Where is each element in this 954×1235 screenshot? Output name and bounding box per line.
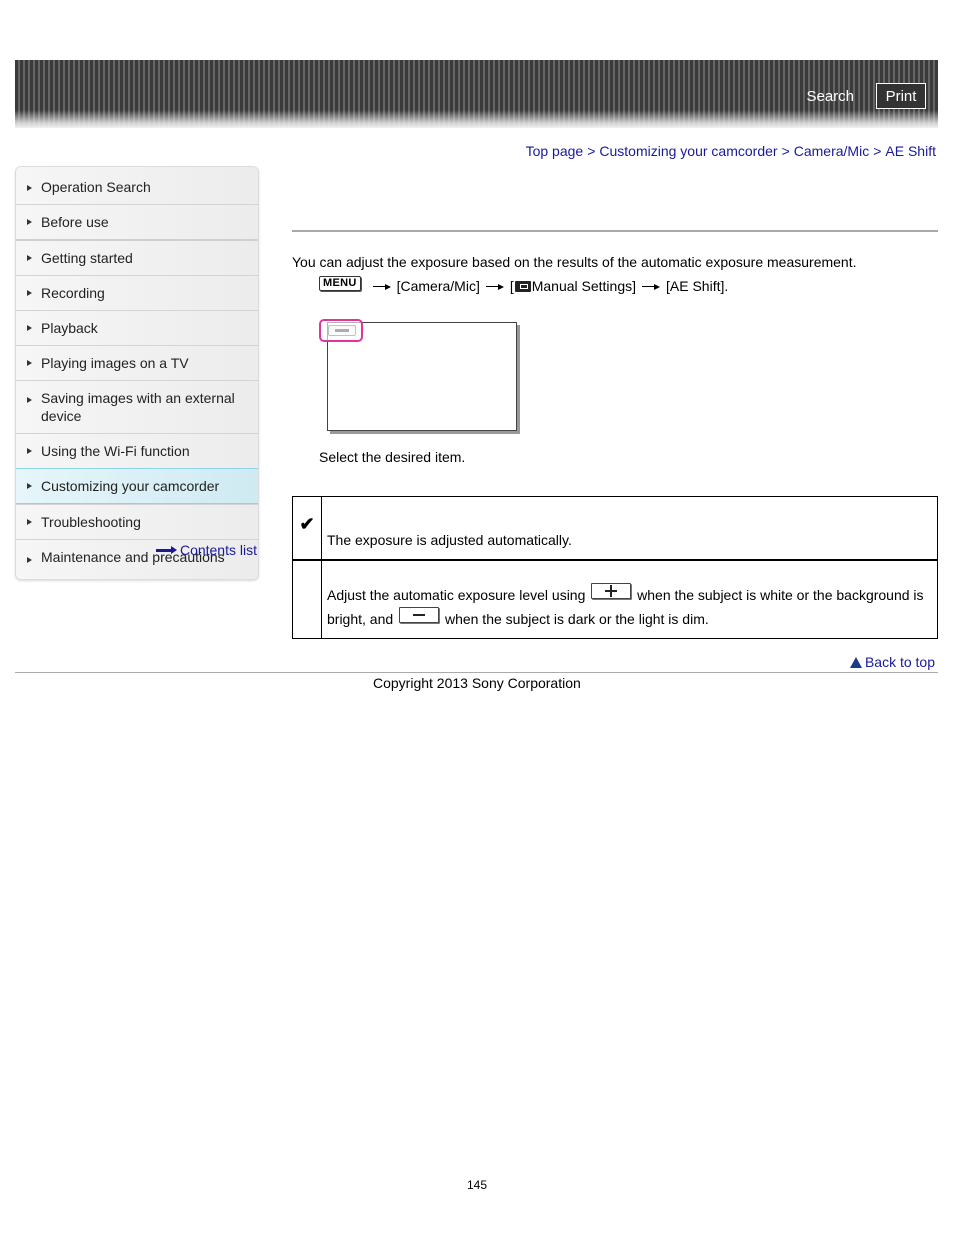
check-icon: ✔ xyxy=(299,513,315,534)
breadcrumb-separator: > xyxy=(587,143,596,159)
breadcrumb-camera-mic[interactable]: Camera/Mic xyxy=(794,143,869,159)
sidebar-item-label: Playing images on a TV xyxy=(41,355,189,371)
sidebar-item-label: Customizing your camcorder xyxy=(41,478,220,494)
sidebar-item-operation-search[interactable]: Operation Search xyxy=(16,167,258,204)
triangle-right-icon xyxy=(27,556,32,563)
sidebar-item-label: Playback xyxy=(41,320,98,336)
sidebar-nav: Operation Search Before use Getting star… xyxy=(15,166,259,580)
step-ae-shift: [AE Shift]. xyxy=(666,278,729,294)
menu-highlight-frame xyxy=(319,319,363,342)
description-text: Adjust the automatic exposure level usin… xyxy=(327,587,586,603)
plus-button-icon xyxy=(591,583,632,599)
sidebar-item-playback[interactable]: Playback xyxy=(16,310,258,345)
sidebar-item-troubleshooting[interactable]: Troubleshooting xyxy=(16,504,258,539)
sidebar-item-wifi[interactable]: Using the Wi-Fi function xyxy=(16,433,258,468)
option-description: Adjust the automatic exposure level usin… xyxy=(321,559,938,639)
sidebar-item-recording[interactable]: Recording xyxy=(16,275,258,310)
contents-list-link[interactable]: Contents list xyxy=(155,542,257,558)
triangle-right-icon xyxy=(27,448,32,454)
option-mark-cell: ✔ xyxy=(292,496,322,561)
triangle-right-icon xyxy=(27,290,32,296)
menu-steps: MENU [Camera/Mic] [ Manual Settings] [AE… xyxy=(319,275,729,294)
page-number: 145 xyxy=(466,1178,488,1192)
option-mark-cell xyxy=(292,559,322,639)
breadcrumb-separator: > xyxy=(781,143,790,159)
table-row: ✔ The exposure is adjusted automatically… xyxy=(292,496,938,561)
sidebar-item-label: Operation Search xyxy=(41,179,151,195)
triangle-right-icon xyxy=(27,255,32,261)
sidebar-item-label: Before use xyxy=(41,214,109,230)
description-text: when the subject is dark or the light is… xyxy=(444,611,709,627)
step-bracket-open: [ xyxy=(509,278,514,294)
contents-list-label: Contents list xyxy=(179,542,257,558)
sidebar-item-label: Saving images with an external device xyxy=(41,390,235,424)
breadcrumb-customizing[interactable]: Customizing your camcorder xyxy=(599,143,777,159)
arrow-right-icon xyxy=(155,545,178,555)
search-link[interactable]: Search xyxy=(806,88,854,105)
sidebar-item-label: Recording xyxy=(41,285,105,301)
sidebar-item-label: Getting started xyxy=(41,250,133,266)
triangle-right-icon xyxy=(27,325,32,331)
options-table: ✔ The exposure is adjusted automatically… xyxy=(292,496,938,639)
arrow-right-icon xyxy=(642,282,661,290)
select-instruction: Select the desired item. xyxy=(319,449,466,465)
breadcrumb-ae-shift[interactable]: AE Shift xyxy=(885,143,936,159)
sidebar-item-getting-started[interactable]: Getting started xyxy=(16,239,258,275)
menu-key-icon: MENU xyxy=(319,275,361,291)
copyright-text: Copyright 2013 Sony Corporation xyxy=(373,675,581,691)
back-to-top-link[interactable]: Back to top xyxy=(849,654,935,670)
sidebar-item-before-use[interactable]: Before use xyxy=(16,204,258,239)
manual-settings-icon xyxy=(514,280,531,292)
minus-button-icon xyxy=(399,607,440,623)
triangle-right-icon xyxy=(27,519,32,525)
breadcrumb-top-page[interactable]: Top page xyxy=(526,143,584,159)
step-manual-settings: Manual Settings] xyxy=(531,278,637,294)
triangle-right-icon xyxy=(27,397,32,403)
triangle-right-icon xyxy=(27,360,32,366)
print-button[interactable]: Print xyxy=(876,83,926,109)
intro-text: You can adjust the exposure based on the… xyxy=(292,254,857,270)
step-camera-mic: [Camera/Mic] xyxy=(396,278,480,294)
sidebar-item-playing-on-tv[interactable]: Playing images on a TV xyxy=(16,345,258,380)
sidebar-item-label: Troubleshooting xyxy=(41,514,141,530)
sidebar-item-customizing[interactable]: Customizing your camcorder xyxy=(16,468,258,504)
arrow-right-icon xyxy=(372,282,391,290)
breadcrumb: Top page > Customizing your camcorder > Came… xyxy=(526,143,936,159)
triangle-right-icon xyxy=(27,483,32,489)
triangle-right-icon xyxy=(27,219,32,225)
arrow-right-icon xyxy=(485,282,504,290)
sidebar-item-saving-external[interactable]: Saving images with an external device xyxy=(16,380,258,433)
header-bar: Search Print xyxy=(15,60,938,128)
triangle-up-icon xyxy=(849,656,862,668)
breadcrumb-separator: > xyxy=(873,143,882,159)
option-description: The exposure is adjusted automatically. xyxy=(321,496,938,561)
table-row: Adjust the automatic exposure level usin… xyxy=(292,559,938,639)
back-to-top-label: Back to top xyxy=(864,654,935,670)
footer-divider xyxy=(15,672,938,673)
sidebar-item-label: Using the Wi-Fi function xyxy=(41,443,190,459)
title-divider xyxy=(292,230,938,232)
triangle-right-icon xyxy=(27,184,32,191)
